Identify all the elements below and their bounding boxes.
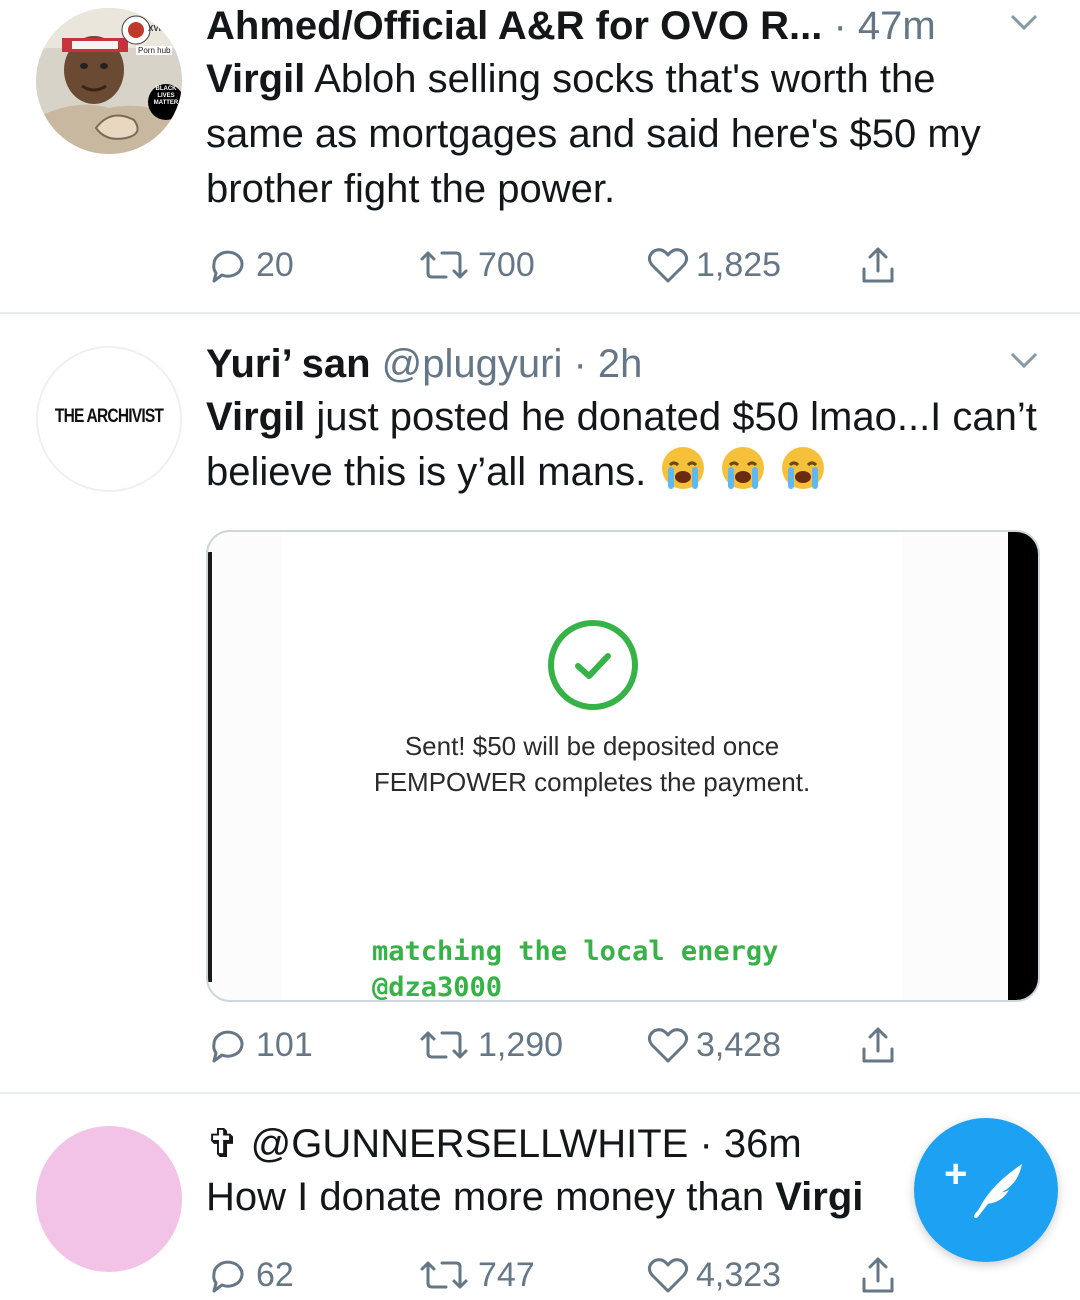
- sent-message-line2: FEMPOWER completes the payment.: [373, 767, 811, 797]
- payment-caption-line1: matching the local energy: [372, 936, 779, 967]
- payment-confirmation-screen: Sent! $50 will be deposited once FEMPOWE…: [282, 532, 902, 1000]
- display-name[interactable]: Ahmed/Official A&R for OVO R...: [206, 4, 822, 48]
- retweet-button[interactable]: 747: [416, 1250, 535, 1300]
- tweet-header: Yuri’ san @plugyuri · 2h: [206, 340, 1040, 388]
- like-button[interactable]: 4,323: [646, 1250, 781, 1300]
- share-icon: [862, 1257, 894, 1293]
- sent-message-line1: Sent! $50 will be deposited once: [404, 731, 780, 761]
- tweet-meta: · 47m: [822, 4, 936, 48]
- reply-button[interactable]: 101: [206, 1020, 313, 1070]
- tweet-meta: @GUNNERSELLWHITE · 36m: [239, 1122, 802, 1166]
- tweet-actions: 62 747 4,323: [206, 1250, 926, 1300]
- like-count: 4,323: [696, 1255, 782, 1294]
- tweet-body: Abloh selling socks that's worth the sam…: [206, 57, 981, 211]
- chevron-down-icon[interactable]: [1008, 348, 1040, 372]
- heart-icon: [647, 1028, 689, 1063]
- retweet-count: 747: [478, 1255, 535, 1294]
- avatar-badge-xvids: XVIDS: [148, 24, 173, 33]
- heart-icon: [647, 248, 689, 283]
- retweet-icon: [420, 251, 468, 279]
- heart-icon: [647, 1258, 689, 1293]
- share-icon: [862, 1027, 894, 1063]
- tweet-media-image[interactable]: Sent! $50 will be deposited once FEMPOWE…: [206, 530, 1040, 1002]
- image-right-edge: [1008, 532, 1038, 1000]
- avatar[interactable]: THE ARCHIVIST: [36, 346, 182, 492]
- like-button[interactable]: 3,428: [646, 1020, 781, 1070]
- crying-face-emoji-icon: [782, 447, 825, 489]
- avatar[interactable]: [36, 1126, 182, 1272]
- reply-icon: [212, 250, 244, 283]
- reply-icon: [212, 1260, 244, 1293]
- avatar-badge-blm: BLACK LIVES MATTER: [153, 86, 179, 106]
- crying-face-emoji-icon: [662, 447, 705, 489]
- mention-keyword: Virgil: [206, 395, 306, 439]
- like-count: 1,825: [696, 245, 782, 284]
- payment-caption-line2: @dza3000: [372, 972, 503, 1002]
- reply-button[interactable]: 62: [206, 1250, 294, 1300]
- tweet-body: just posted he donated $50 lmao...I can’…: [206, 395, 1037, 494]
- reply-count: 62: [256, 1255, 294, 1294]
- mention-keyword: Virgil: [206, 57, 306, 101]
- tweet-header: Ahmed/Official A&R for OVO R... · 47m: [206, 2, 1040, 50]
- avatar-badge-pornhub: Porn hub: [136, 46, 173, 55]
- crying-face-emoji-icon: [722, 447, 765, 489]
- tweet-header: ✞ @GUNNERSELLWHITE · 36m: [206, 1120, 1040, 1168]
- share-button[interactable]: [856, 240, 900, 290]
- share-button[interactable]: [856, 1020, 900, 1070]
- share-button[interactable]: [856, 1250, 900, 1300]
- like-button[interactable]: 1,825: [646, 240, 781, 290]
- reply-count: 20: [256, 245, 294, 284]
- image-left-edge: [208, 552, 212, 982]
- mention-keyword: Virgi: [775, 1175, 864, 1219]
- feather-quill-icon: [974, 1164, 1022, 1218]
- share-icon: [862, 247, 894, 283]
- compose-plus-label: +: [944, 1152, 968, 1196]
- chevron-down-icon[interactable]: [1008, 10, 1040, 34]
- reply-icon: [212, 1030, 244, 1063]
- tweet-body: How I donate more money than: [206, 1175, 776, 1219]
- tweet-actions: 20 700 1,825: [206, 240, 926, 290]
- checkmark-circle-icon: [548, 620, 638, 710]
- display-name[interactable]: ✞: [206, 1122, 240, 1166]
- tweet-text: Virgil Abloh selling socks that's worth …: [206, 52, 1040, 217]
- retweet-count: 1,290: [478, 1025, 564, 1064]
- retweet-button[interactable]: 1,290: [416, 1020, 563, 1070]
- retweet-count: 700: [478, 245, 535, 284]
- retweet-button[interactable]: 700: [416, 240, 535, 290]
- reply-count: 101: [256, 1025, 313, 1064]
- retweet-icon: [420, 1031, 468, 1059]
- reply-button[interactable]: 20: [206, 240, 294, 290]
- compose-tweet-button[interactable]: +: [914, 1118, 1058, 1262]
- tweet[interactable]: XVIDS Porn hub BLACK LIVES MATTER Ahmed/…: [0, 0, 1080, 312]
- tweet-actions: 101 1,290 3,428: [206, 1020, 926, 1070]
- tweet-text: Virgil just posted he donated $50 lmao..…: [206, 390, 1040, 500]
- avatar[interactable]: XVIDS Porn hub BLACK LIVES MATTER: [36, 8, 182, 154]
- like-count: 3,428: [696, 1025, 782, 1064]
- avatar-text: THE ARCHIVIST: [54, 406, 164, 427]
- retweet-icon: [420, 1261, 468, 1289]
- tweet-meta: @plugyuri · 2h: [370, 342, 643, 386]
- display-name[interactable]: Yuri’ san: [206, 342, 371, 386]
